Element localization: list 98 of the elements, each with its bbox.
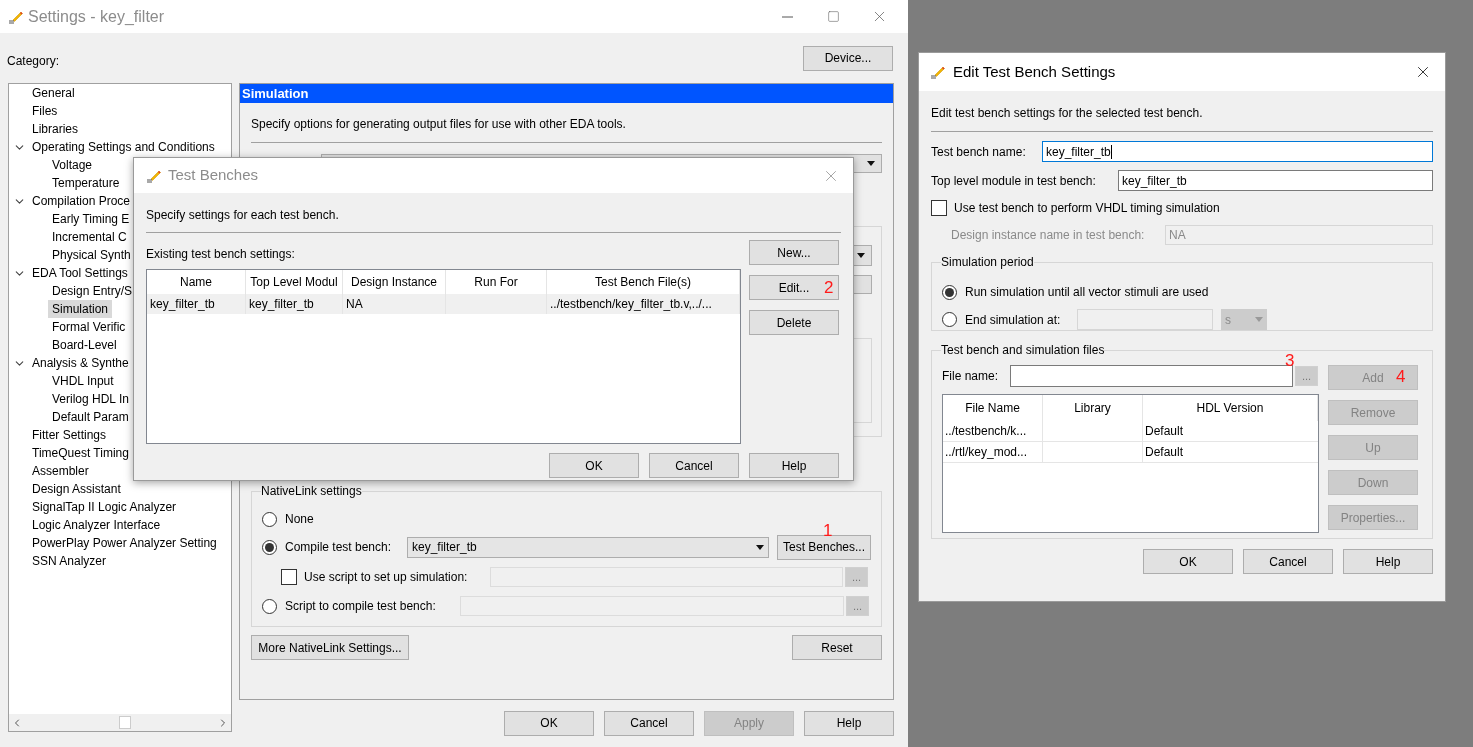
button[interactable]: Help [804, 710, 894, 736]
tree-item[interactable]: Design Assistant [28, 480, 125, 498]
tree-item[interactable]: Incremental C [48, 228, 131, 246]
button[interactable]: OK [549, 453, 639, 478]
button[interactable]: Cancel [1243, 549, 1333, 574]
horizontal-scrollbar[interactable] [9, 714, 231, 731]
input-field[interactable]: key_filter_tb [1118, 170, 1433, 191]
dialog-description: Edit test bench settings for the selected test bench. [931, 105, 1204, 122]
button[interactable]: Delete [749, 310, 839, 335]
column-header[interactable]: Library [1043, 395, 1143, 421]
table-cell-text: key_filter_tb [150, 296, 215, 313]
tree-item[interactable]: Analysis & Synthe [28, 354, 133, 372]
tree-item[interactable]: Formal Verific [48, 318, 130, 336]
dialog-description: Specify settings for each test bench. [146, 207, 340, 224]
radio-button[interactable] [262, 598, 277, 614]
input-field[interactable] [1010, 365, 1293, 387]
window-title: Settings - key_filter [28, 6, 165, 27]
annotation-number: 4 [1396, 368, 1406, 385]
tree-item[interactable]: Files [28, 102, 62, 120]
field-label: Top level module in test bench: [931, 172, 1097, 190]
tree-item[interactable]: Verilog HDL In [48, 390, 133, 408]
field-label: Design instance name in test bench: [951, 227, 1146, 244]
group-title: Simulation period [941, 254, 1034, 271]
column-header[interactable]: HDL Version [1143, 395, 1318, 421]
button[interactable]: Cancel [649, 453, 739, 478]
option-label: None [285, 511, 314, 528]
field-label: Test bench name: [931, 143, 1027, 161]
tree-item[interactable]: Design Entry/S [48, 282, 137, 300]
group-title: Test bench and simulation files [941, 342, 1105, 359]
button[interactable]: OK [1143, 549, 1233, 574]
scroll-thumb[interactable] [119, 716, 131, 729]
option-label: End simulation at: [965, 311, 1062, 329]
column-header[interactable]: File Name [943, 395, 1043, 421]
tree-item[interactable]: Fitter Settings [28, 426, 111, 444]
maximize-icon [826, 10, 840, 23]
caret-icon [867, 161, 875, 166]
button[interactable]: OK [504, 710, 594, 736]
minimize-icon [781, 15, 793, 18]
button[interactable]: Device... [803, 45, 893, 71]
category-label: Category: [7, 53, 60, 70]
table-label: Existing test bench settings: [146, 246, 296, 263]
button[interactable]: New... [749, 240, 839, 265]
panel-header: Simulation [240, 84, 893, 103]
tree-item[interactable]: Voltage [48, 156, 97, 174]
tree-item[interactable]: Operating Settings and Conditions [28, 138, 219, 156]
option-label: Script to compile test bench: [285, 598, 437, 615]
group-title: NativeLink settings [261, 483, 362, 500]
button[interactable]: Help [749, 453, 839, 478]
button[interactable]: Reset [792, 635, 882, 660]
radio-button[interactable] [262, 539, 277, 555]
checkbox[interactable] [931, 200, 947, 216]
option-label: Compile test bench: [285, 539, 393, 556]
tree-item[interactable]: PowerPlay Power Analyzer Setting [28, 534, 221, 552]
table-cell-text: Default [1145, 423, 1184, 440]
tree-item[interactable]: EDA Tool Settings [28, 264, 132, 282]
option-label: Run simulation until all vector stimuli are used [965, 284, 1209, 301]
test-bench-dropdown[interactable]: key_filter_tb [407, 536, 769, 558]
button[interactable]: Cancel [604, 710, 694, 736]
tree-item[interactable]: SignalTap II Logic Analyzer [28, 498, 181, 516]
tree-item[interactable]: Board-Level [48, 336, 121, 354]
radio-button[interactable] [942, 284, 957, 300]
tree-item[interactable]: Compilation Proce [28, 192, 135, 210]
tree-item[interactable]: Default Param [48, 408, 133, 426]
tree-item[interactable]: Physical Synth [48, 246, 135, 264]
checkbox-label: Use test bench to perform VHDL timing simulation [954, 200, 1220, 217]
table-cell-text: NA [346, 296, 363, 313]
tree-item[interactable]: TimeQuest Timing [28, 444, 133, 462]
caret-icon [1255, 317, 1263, 322]
tree-item[interactable]: General [28, 84, 79, 102]
table-cell-text: Default [1145, 444, 1184, 461]
tree-item[interactable]: Simulation [48, 300, 113, 318]
tree-item[interactable]: Libraries [28, 120, 83, 138]
pencil-icon [930, 64, 946, 80]
annotation-number: 2 [824, 279, 834, 296]
option-label: Use script to set up simulation: [304, 569, 469, 586]
table-cell-text: ../rtl/key_mod... [945, 444, 1028, 461]
tree-item[interactable]: Early Timing E [48, 210, 134, 228]
caret-icon [756, 544, 764, 550]
checkbox[interactable] [281, 569, 297, 585]
table-cell-text: ../testbench/k... [945, 423, 1027, 440]
tree-item[interactable]: Temperature [48, 174, 124, 192]
field-label: File name: [942, 368, 1000, 385]
button[interactable]: More NativeLink Settings... [251, 635, 409, 660]
caret-icon [857, 253, 865, 258]
window-title: Edit Test Bench Settings [953, 61, 1116, 82]
radio-button[interactable] [262, 511, 277, 527]
table-row[interactable]: key_filter_tb key_filter_tb NA ../testbench/key_filter_tb.v,../... [147, 294, 740, 314]
tree-item[interactable]: VHDL Input [48, 372, 118, 390]
table-cell-text: ../testbench/key_filter_tb.v,../... [550, 296, 712, 313]
panel-description: Specify options for generating output files for use with other EDA tools. [251, 116, 627, 131]
annotation-number: 3 [1285, 352, 1295, 369]
tree-item[interactable]: Logic Analyzer Interface [28, 516, 165, 534]
button[interactable]: Help [1343, 549, 1433, 574]
tree-item[interactable]: Assembler [28, 462, 93, 480]
window-title: Test Benches [168, 165, 259, 186]
tree-item[interactable]: SSN Analyzer [28, 552, 111, 570]
input-field[interactable]: key_filter_tb [1042, 141, 1433, 162]
table-cell-text: key_filter_tb [249, 296, 314, 313]
